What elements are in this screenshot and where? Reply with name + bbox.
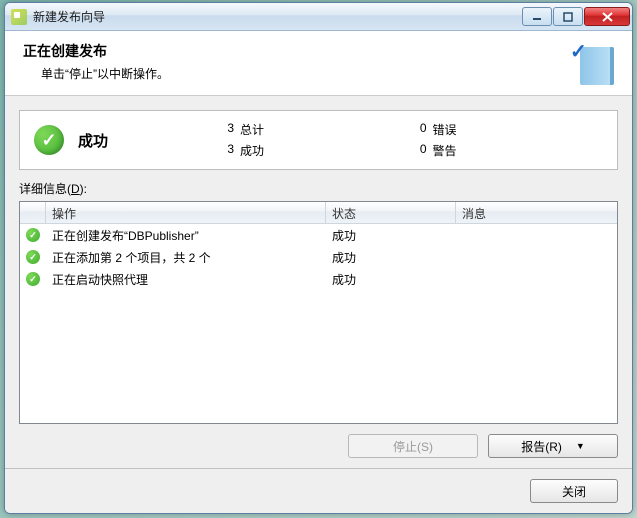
titlebar[interactable]: 新建发布向导 (5, 3, 632, 31)
row-operation: 正在创建发布“DBPublisher” (46, 225, 326, 246)
total-count: 3 (218, 121, 234, 138)
grid-header: 操作 状态 消息 (20, 202, 617, 224)
row-message (456, 277, 617, 281)
grid-body: ✓ 正在创建发布“DBPublisher” 成功 ✓ 正在添加第 2 个项目，共… (20, 224, 617, 423)
row-status: 成功 (326, 269, 456, 290)
table-row[interactable]: ✓ 正在添加第 2 个项目，共 2 个 成功 (20, 246, 617, 268)
row-operation: 正在添加第 2 个项目，共 2 个 (46, 247, 326, 268)
wizard-window: 新建发布向导 正在创建发布 单击“停止”以中断操作。 ✓ ✓ 成功 (4, 2, 633, 514)
table-row[interactable]: ✓ 正在创建发布“DBPublisher” 成功 (20, 224, 617, 246)
success-label: 成功 (240, 142, 264, 159)
page-heading: 正在创建发布 (23, 41, 570, 61)
close-button[interactable]: 关闭 (530, 479, 618, 503)
body-area: ✓ 成功 3总计 3成功 0错误 0警告 详细信息(D): 操作 状态 (5, 96, 632, 468)
row-success-icon: ✓ (26, 250, 40, 264)
table-row[interactable]: ✓ 正在启动快照代理 成功 (20, 268, 617, 290)
success-count: 3 (218, 142, 234, 159)
row-operation: 正在启动快照代理 (46, 269, 326, 290)
row-message (456, 233, 617, 237)
col-header-message[interactable]: 消息 (456, 202, 617, 223)
close-window-button[interactable] (584, 7, 630, 26)
row-success-icon: ✓ (26, 228, 40, 242)
window-title: 新建发布向导 (33, 8, 521, 25)
error-label: 错误 (433, 121, 457, 138)
summary-status: 成功 (78, 130, 218, 151)
summary-col-left: 3 总计 3 成功 (218, 121, 411, 159)
header-area: 正在创建发布 单击“停止”以中断操作。 ✓ (5, 31, 632, 96)
details-grid: 操作 状态 消息 ✓ 正在创建发布“DBPublisher” 成功 ✓ 正在添加… (19, 201, 618, 424)
summary-box: ✓ 成功 3总计 3成功 0错误 0警告 (19, 110, 618, 170)
row-message (456, 255, 617, 259)
stop-button: 停止(S) (348, 434, 478, 458)
col-header-operation[interactable]: 操作 (46, 202, 326, 223)
chevron-down-icon: ▼ (576, 441, 585, 451)
minimize-button[interactable] (522, 7, 552, 26)
total-label: 总计 (240, 121, 264, 138)
warning-count: 0 (411, 142, 427, 159)
error-count: 0 (411, 121, 427, 138)
col-header-icon[interactable] (20, 202, 46, 223)
details-label: 详细信息(D): (19, 180, 618, 197)
warning-label: 警告 (433, 142, 457, 159)
action-row: 停止(S) 报告(R) ▼ (19, 424, 618, 458)
footer: 关闭 (5, 468, 632, 513)
wizard-book-icon: ✓ (570, 41, 614, 85)
row-status: 成功 (326, 225, 456, 246)
col-header-status[interactable]: 状态 (326, 202, 456, 223)
success-check-icon: ✓ (34, 125, 64, 155)
summary-col-right: 0 错误 0 警告 (411, 121, 604, 159)
report-button[interactable]: 报告(R) ▼ (488, 434, 618, 458)
app-icon (11, 9, 27, 25)
maximize-button[interactable] (553, 7, 583, 26)
row-status: 成功 (326, 247, 456, 268)
row-success-icon: ✓ (26, 272, 40, 286)
page-subheading: 单击“停止”以中断操作。 (41, 65, 570, 82)
